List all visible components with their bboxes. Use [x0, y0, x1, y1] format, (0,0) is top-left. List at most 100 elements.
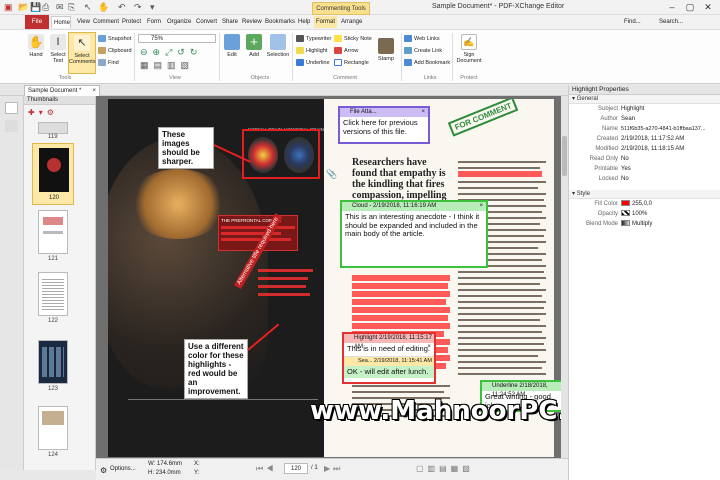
page-layout-icons[interactable]: ▦▤▥▧: [140, 60, 216, 70]
close-icon[interactable]: ×: [427, 343, 431, 352]
close-icon[interactable]: ×: [479, 202, 483, 211]
options-button[interactable]: Options...: [110, 466, 136, 472]
highlight-markup[interactable]: [352, 283, 448, 289]
typewriter-button[interactable]: Typewriter: [296, 35, 331, 44]
open-icon[interactable]: 📂: [18, 2, 29, 13]
tab-view[interactable]: View: [75, 16, 92, 28]
arrow-button[interactable]: Arrow: [334, 47, 358, 56]
prev-page-icons[interactable]: ⏮◀: [256, 464, 276, 474]
add-button[interactable]: + Add: [244, 34, 264, 58]
select-text-button[interactable]: I Select Text: [48, 34, 68, 64]
thumbnail-page[interactable]: [38, 122, 68, 134]
tab-share[interactable]: Share: [220, 16, 240, 28]
underline-button[interactable]: Underline: [296, 59, 330, 68]
tab-bookmarks[interactable]: Bookmarks: [263, 16, 297, 28]
close-tab-icon[interactable]: ×: [92, 86, 96, 96]
edit-button[interactable]: Edit: [222, 34, 242, 58]
print-icon[interactable]: ⎙: [42, 2, 49, 13]
hand-tool-button[interactable]: ✋ Hand: [26, 34, 46, 58]
rectangle-markup[interactable]: [242, 129, 320, 179]
view-nav-icons[interactable]: ⊖⊕⤢↺↻: [140, 47, 216, 57]
tab-protect[interactable]: Protect: [120, 16, 143, 28]
tab-help[interactable]: Help: [296, 16, 312, 28]
popup-cloud[interactable]: Cloud - 2/19/2018, 11:16:19 AM × This is …: [340, 200, 488, 268]
tab-file[interactable]: File: [25, 15, 49, 29]
scroll-thumb[interactable]: [562, 136, 567, 176]
general-section-header[interactable]: ▾ General: [569, 95, 720, 104]
sticky-note-button[interactable]: Sticky Note: [334, 35, 372, 44]
zoom-field[interactable]: 75%: [138, 34, 216, 43]
clipboard-button[interactable]: Clipboard: [98, 47, 132, 56]
tab-review[interactable]: Review: [240, 16, 264, 28]
tab-form[interactable]: Form: [145, 16, 163, 28]
tab-format[interactable]: Format: [314, 16, 338, 28]
tab-convert[interactable]: Convert: [194, 16, 219, 28]
thumbnails-pane-icon[interactable]: [5, 102, 18, 114]
customize-icon[interactable]: ▾: [150, 2, 155, 13]
add-bookmark-button[interactable]: Add Bookmark: [404, 59, 450, 68]
document-view[interactable]: NORMAL BRAIN HOMICIDAL BRAIN These image…: [96, 96, 619, 458]
undo-icon[interactable]: ↶: [118, 2, 126, 13]
vertical-scrollbar[interactable]: [561, 96, 568, 458]
highlight-markup[interactable]: [352, 323, 450, 329]
mail-icon[interactable]: ✉: [56, 2, 64, 13]
page-number-field[interactable]: 120: [284, 463, 308, 474]
view-mode-icons[interactable]: ▢▥▤▦▧: [416, 464, 474, 473]
save-icon[interactable]: 💾: [30, 2, 41, 13]
popup-file-attachment[interactable]: File Atta... × Click here for previous ve…: [338, 106, 430, 144]
stamp-button[interactable]: Stamp: [374, 38, 398, 62]
highlight-markup[interactable]: [258, 269, 313, 272]
search-button[interactable]: Search...: [657, 16, 685, 28]
thumbnail-page[interactable]: [38, 406, 68, 450]
reply-text[interactable]: OK - will edit after lunch.: [344, 365, 434, 378]
thumbnail-page[interactable]: [38, 210, 68, 254]
popup-highlight[interactable]: Highlight 2/19/2018, 11:15:17 AM × This i…: [342, 332, 436, 384]
next-page-icons[interactable]: ▶⏭: [324, 464, 343, 474]
highlight-markup[interactable]: [258, 285, 306, 288]
fill-color-swatch[interactable]: [621, 200, 630, 207]
thumbnail-page[interactable]: [38, 340, 68, 384]
highlight-markup[interactable]: [458, 171, 542, 177]
highlight-markup[interactable]: [258, 293, 310, 296]
tab-arrange[interactable]: Arrange: [339, 16, 364, 28]
callout-images-sharper[interactable]: These images should be sharper.: [158, 127, 214, 169]
popup-text[interactable]: Click here for previous versions of this…: [340, 117, 428, 138]
bookmarks-pane-icon[interactable]: [5, 120, 18, 132]
highlight-markup[interactable]: [352, 315, 448, 321]
tab-comment[interactable]: Comment: [91, 16, 121, 28]
select-comments-button[interactable]: ↖ Select Comments: [68, 32, 96, 74]
minimize-button[interactable]: –: [664, 1, 680, 13]
selection-button[interactable]: Selection: [266, 34, 290, 58]
highlight-markup[interactable]: [352, 291, 450, 297]
highlight-markup[interactable]: [258, 277, 308, 280]
thumbnail-page[interactable]: [38, 272, 68, 316]
highlight-markup[interactable]: [352, 299, 446, 305]
attachment-pin-icon[interactable]: 📎: [326, 169, 337, 180]
highlight-markup[interactable]: [352, 275, 450, 281]
snapshot-button[interactable]: Snapshot: [98, 35, 131, 44]
create-link-button[interactable]: Create Link: [404, 47, 442, 56]
tab-home[interactable]: Home: [51, 16, 71, 28]
close-button[interactable]: ✕: [700, 1, 716, 13]
popup-text[interactable]: This is an interesting anecdote - I thin…: [342, 211, 486, 241]
close-icon[interactable]: ×: [421, 108, 425, 117]
rectangle-button[interactable]: Rectangle: [334, 59, 369, 68]
highlight-markup[interactable]: [221, 238, 291, 241]
stamp-for-comment[interactable]: FOR COMMENT: [447, 99, 519, 137]
hand-icon[interactable]: ✋: [98, 2, 109, 13]
highlight-button[interactable]: Highlight: [296, 47, 327, 56]
callout-different-color[interactable]: Use a different color for these highligh…: [184, 339, 248, 399]
style-section-header[interactable]: ▾ Style: [569, 190, 720, 199]
thumbnail-tools-icons[interactable]: ✚▾⚙: [28, 108, 88, 118]
highlight-markup[interactable]: [221, 226, 295, 229]
sign-document-button[interactable]: ✍ Sign Document: [455, 34, 483, 64]
maximize-button[interactable]: ▢: [682, 1, 698, 13]
redo-icon[interactable]: ↷: [134, 2, 142, 13]
find-button[interactable]: Find...: [622, 16, 643, 28]
scan-icon[interactable]: ⎘: [68, 2, 75, 13]
find-tool-button[interactable]: Find: [98, 59, 119, 68]
tab-organize[interactable]: Organize: [165, 16, 193, 28]
highlight-markup[interactable]: [352, 307, 450, 313]
arrow-cursor-icon[interactable]: ↖: [84, 2, 92, 13]
document-tab[interactable]: Sample Document * ×: [24, 85, 100, 96]
